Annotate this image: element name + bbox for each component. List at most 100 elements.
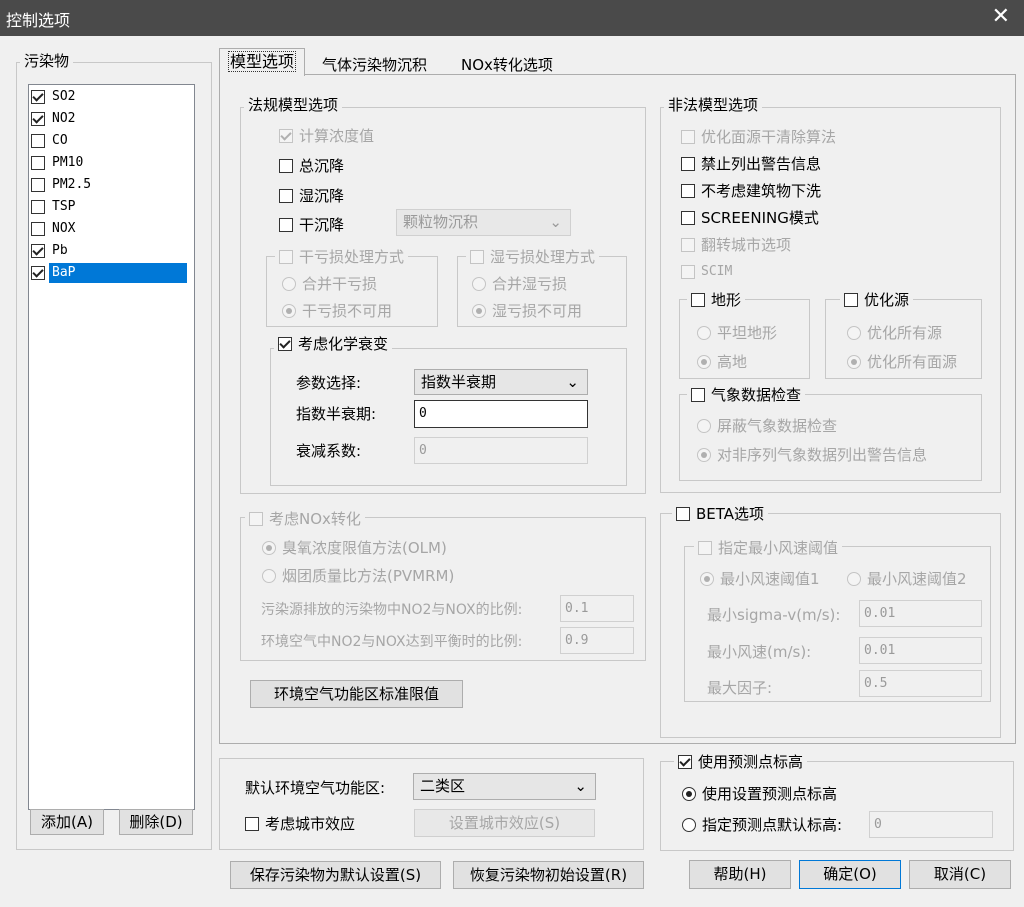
pollutant-item[interactable]: TSP — [31, 196, 193, 218]
dry-loss-checkbox[interactable]: 干亏损处理方式 — [275, 246, 409, 267]
opt-area-checkbox[interactable]: 优化面源干清除算法 — [681, 126, 836, 147]
met-warn-radio[interactable]: 对非序列气象数据列出警告信息 — [697, 444, 927, 465]
decay-checkbox[interactable]: 考虑化学衰变 — [274, 333, 393, 354]
beta-checkbox[interactable]: BETA选项 — [672, 503, 769, 524]
receptor-use-radio[interactable]: 使用设置预测点标高 — [682, 783, 837, 804]
set-urban-effect-button[interactable]: 设置城市效应(S) — [414, 809, 595, 837]
dry-dep-select[interactable]: 颗粒物沉积 ⌄ — [396, 209, 571, 236]
pollutant-item[interactable]: SO2 — [31, 86, 193, 108]
pollutant-checkbox[interactable] — [31, 155, 45, 170]
chevron-down-icon: ⌄ — [574, 777, 587, 795]
delete-button[interactable]: 删除(D) — [119, 809, 193, 835]
total-dep-checkbox[interactable]: 总沉降 — [279, 155, 344, 176]
decay-param-select[interactable]: 指数半衰期 ⌄ — [414, 369, 588, 395]
close-icon[interactable]: ✕ — [992, 4, 1010, 29]
tab-gas-deposition[interactable]: 气体污染物沉积 — [322, 54, 427, 75]
pollutant-checkbox[interactable] — [31, 177, 45, 192]
dry-loss-box — [279, 249, 293, 264]
met-box — [691, 387, 705, 402]
decay-coef-input[interactable]: 0 — [414, 437, 588, 464]
terrain-box — [691, 292, 705, 307]
halflife-input[interactable]: 0 — [414, 400, 588, 428]
pollutant-item[interactable]: NO2 — [31, 108, 193, 130]
pollutant-item[interactable]: BaP — [31, 262, 193, 284]
olm-radio[interactable]: 臭氧浓度限值方法(OLM) — [262, 537, 447, 558]
flip-urban-box — [681, 237, 695, 252]
terrain-checkbox[interactable]: 地形 — [687, 289, 746, 310]
min-wind1-radio[interactable]: 最小风速阈值1 — [700, 568, 820, 589]
pvmrm-dot — [262, 568, 276, 583]
wet-dep-checkbox[interactable]: 湿沉降 — [279, 185, 344, 206]
ratio2-label: 环境空气中NO2与NOX达到平衡时的比例: — [261, 634, 523, 650]
no-building-checkbox[interactable]: 不考虑建筑物下洗 — [681, 180, 821, 201]
met-mask-dot — [697, 418, 711, 433]
ratio1-input[interactable]: 0.1 — [560, 595, 634, 622]
pollutant-checkbox[interactable] — [31, 265, 45, 280]
pollutant-checkbox[interactable] — [31, 89, 45, 104]
screening-checkbox[interactable]: SCREENING模式 — [681, 207, 819, 228]
help-button[interactable]: 帮助(H) — [689, 860, 791, 889]
pollutant-item[interactable]: PM10 — [31, 152, 193, 174]
receptor-default-radio[interactable]: 指定预测点默认标高: — [682, 814, 842, 835]
met-checkbox[interactable]: 气象数据检查 — [687, 384, 806, 405]
receptor-checkbox[interactable]: 使用预测点标高 — [674, 751, 808, 772]
min-wind-speed-input[interactable]: 0.01 — [859, 637, 982, 664]
pollutant-checkbox[interactable] — [31, 133, 45, 148]
add-button[interactable]: 添加(A) — [30, 809, 104, 835]
nox-checkbox[interactable]: 考虑NOx转化 — [245, 508, 365, 529]
tab-nox-conversion[interactable]: NOx转化选项 — [461, 54, 553, 75]
pollutant-label: BaP — [49, 262, 187, 283]
min-wind-checkbox[interactable]: 指定最小风速阈值 — [694, 537, 843, 558]
pollutant-item[interactable]: CO — [31, 130, 193, 152]
terrain-flat-radio[interactable]: 平坦地形 — [697, 322, 777, 343]
chevron-down-icon: ⌄ — [549, 213, 562, 231]
met-mask-radio[interactable]: 屏蔽气象数据检查 — [697, 415, 837, 436]
pollutant-label: PM2.5 — [52, 176, 92, 192]
optsrc-all-radio[interactable]: 优化所有源 — [847, 322, 942, 343]
dry-dep-box — [279, 217, 293, 232]
optsrc-checkbox[interactable]: 优化源 — [840, 289, 914, 310]
pvmrm-radio[interactable]: 烟团质量比方法(PVMRM) — [262, 565, 454, 586]
no-warn-box — [681, 156, 695, 171]
dry-loss-merge-radio[interactable]: 合并干亏损 — [282, 273, 377, 294]
save-default-button[interactable]: 保存污染物为默认设置(S) — [230, 861, 441, 889]
optsrc-area-radio[interactable]: 优化所有面源 — [847, 351, 957, 372]
cancel-button[interactable]: 取消(C) — [909, 860, 1011, 889]
ok-button[interactable]: 确定(O) — [799, 860, 901, 889]
scim-checkbox[interactable]: SCIM — [681, 261, 732, 282]
wet-loss-unavail-dot — [472, 303, 486, 318]
decay-coef-label: 衰减系数: — [296, 442, 362, 460]
calc-conc-checkbox[interactable]: 计算浓度值 — [279, 125, 374, 146]
terrain-elevated-dot — [697, 354, 711, 369]
aq-standard-button[interactable]: 环境空气功能区标准限值 — [250, 680, 463, 708]
terrain-flat-dot — [697, 325, 711, 340]
pollutant-item[interactable]: NOX — [31, 218, 193, 240]
pollutant-item[interactable]: PM2.5 — [31, 174, 193, 196]
pollutant-checkbox[interactable] — [31, 111, 45, 126]
dry-dep-checkbox[interactable]: 干沉降 — [279, 214, 344, 235]
tab-model-options[interactable]: 模型选项 — [219, 48, 305, 76]
pollutant-checkbox[interactable] — [31, 199, 45, 214]
urban-effect-checkbox[interactable]: 考虑城市效应 — [245, 813, 355, 834]
max-factor-input[interactable]: 0.5 — [859, 670, 982, 697]
ratio2-input[interactable]: 0.9 — [560, 627, 634, 654]
wet-loss-merge-radio[interactable]: 合并湿亏损 — [472, 273, 567, 294]
min-wind2-radio[interactable]: 最小风速阈值2 — [847, 568, 967, 589]
dry-loss-unavail-radio[interactable]: 干亏损不可用 — [282, 300, 392, 321]
urban-effect-box — [245, 816, 259, 831]
terrain-elevated-radio[interactable]: 高地 — [697, 351, 747, 372]
pollutant-item[interactable]: Pb — [31, 240, 193, 262]
receptor-default-input[interactable]: 0 — [869, 811, 993, 838]
wet-loss-unavail-radio[interactable]: 湿亏损不可用 — [472, 300, 582, 321]
flip-urban-checkbox[interactable]: 翻转城市选项 — [681, 234, 791, 255]
pollutant-checkbox[interactable] — [31, 221, 45, 236]
no-warn-checkbox[interactable]: 禁止列出警告信息 — [681, 153, 821, 174]
wet-loss-checkbox[interactable]: 湿亏损处理方式 — [466, 246, 600, 267]
receptor-use-dot — [682, 786, 696, 801]
restore-default-button[interactable]: 恢复污染物初始设置(R) — [453, 861, 644, 889]
sigma-input[interactable]: 0.01 — [859, 600, 982, 627]
olm-dot — [262, 540, 276, 555]
pollutant-label: CO — [52, 132, 68, 148]
pollutant-checkbox[interactable] — [31, 243, 45, 258]
default-zone-select[interactable]: 二类区 ⌄ — [413, 773, 596, 800]
